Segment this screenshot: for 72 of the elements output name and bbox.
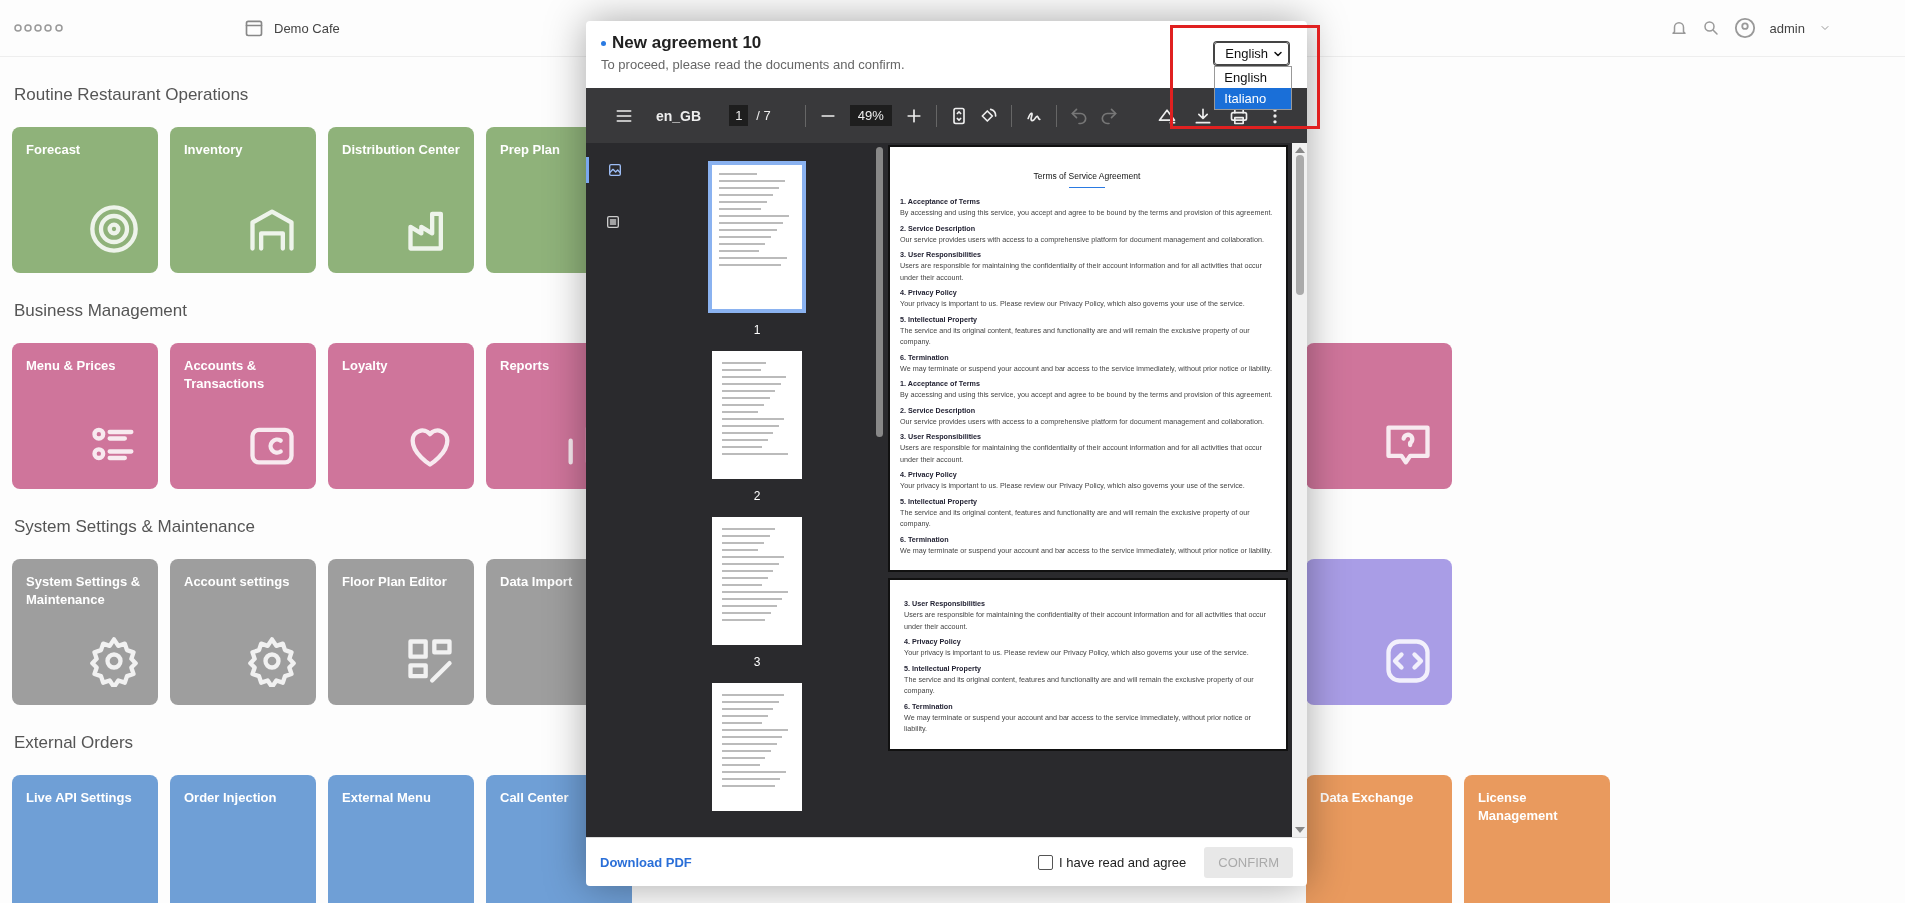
- app-tile[interactable]: [1306, 559, 1452, 705]
- tile-label: Live API Settings: [26, 789, 133, 807]
- avatar-icon[interactable]: [1733, 17, 1756, 39]
- app-tile[interactable]: Data Exchange: [1306, 775, 1452, 903]
- tile-label: Prep Plan: [500, 141, 561, 159]
- status-dot: [601, 40, 606, 46]
- app-tile[interactable]: Forecast: [12, 127, 158, 273]
- dialog-title: New agreement 10: [612, 33, 762, 53]
- tile-label: Menu & Prices: [26, 357, 117, 375]
- agree-label[interactable]: I have read and agree: [1059, 854, 1187, 870]
- target-icon: [88, 203, 140, 255]
- app-tile[interactable]: Menu & Prices: [12, 343, 158, 489]
- bell-icon[interactable]: [1669, 19, 1688, 37]
- page-count: / 7: [756, 108, 771, 123]
- location-name[interactable]: Demo Cafe: [274, 20, 340, 36]
- section-title: External Orders: [14, 733, 134, 753]
- app-tile[interactable]: External Menu: [328, 775, 474, 903]
- tile-label: Data Exchange: [1320, 789, 1415, 807]
- tile-label: Accounts & Transactions: [184, 357, 266, 393]
- user-name[interactable]: admin: [1769, 20, 1805, 36]
- language-option[interactable]: Italiano: [1215, 88, 1292, 109]
- app-tile[interactable]: Accounts & Transactions: [170, 343, 316, 489]
- app-tile[interactable]: Live API Settings: [12, 775, 158, 903]
- app-tile[interactable]: Loyalty: [328, 343, 474, 489]
- agree-checkbox[interactable]: [1038, 854, 1054, 870]
- page-number-field[interactable]: 1: [729, 105, 749, 126]
- page-thumbnail[interactable]: [712, 351, 802, 479]
- outline-icon: [605, 214, 621, 230]
- tile-label: Reports: [500, 357, 551, 375]
- tile-label: Loyalty: [342, 357, 389, 375]
- tile-label: Inventory: [184, 141, 244, 159]
- page-thumbnail[interactable]: [708, 161, 806, 313]
- page-thumbnail[interactable]: [712, 683, 802, 811]
- tile-label: Distribution Center: [342, 141, 460, 159]
- page-number: 3: [753, 655, 761, 669]
- tile-label: Order Injection: [184, 789, 278, 807]
- tile-label: Data Import: [500, 573, 574, 591]
- tile-label: License Management: [1478, 789, 1559, 825]
- language-option[interactable]: English: [1215, 67, 1292, 88]
- app-tile[interactable]: Distribution Center: [328, 127, 474, 273]
- section-title: Routine Restaurant Operations: [14, 85, 249, 105]
- page-number: 2: [753, 489, 761, 503]
- app-tile[interactable]: System Settings & Maintenance: [12, 559, 158, 705]
- title-underline: [1069, 187, 1105, 188]
- document-name: en_GB: [656, 107, 702, 124]
- tile-label: Call Center: [500, 789, 570, 807]
- logo-icon: [14, 24, 64, 32]
- app-tile[interactable]: Order Injection: [170, 775, 316, 903]
- store-icon: [244, 18, 264, 38]
- scrollbar[interactable]: [1292, 143, 1307, 837]
- gear-icon: [246, 635, 298, 687]
- app-tile[interactable]: Inventory: [170, 127, 316, 273]
- thumbnails-icon: [606, 162, 623, 178]
- page-number: 1: [753, 323, 761, 337]
- tile-label: System Settings & Maintenance: [26, 573, 142, 609]
- app-tile[interactable]: Account settings: [170, 559, 316, 705]
- section-title: Business Management: [14, 301, 187, 321]
- section-title: System Settings & Maintenance: [14, 517, 255, 537]
- language-select[interactable]: English: [1214, 42, 1289, 65]
- tile-label: Floor Plan Editor: [342, 573, 448, 591]
- app-tile[interactable]: Floor Plan Editor: [328, 559, 474, 705]
- tile-label: Forecast: [26, 141, 82, 159]
- gear-icon: [88, 635, 140, 687]
- document-title: Terms of Service Agreement: [1032, 171, 1142, 181]
- app-tile[interactable]: License Management: [1464, 775, 1610, 903]
- tile-label: External Menu: [342, 789, 432, 807]
- zoom-field[interactable]: 49%: [849, 105, 892, 126]
- search-icon[interactable]: [1701, 19, 1720, 37]
- dialog-subtitle: To proceed, please read the documents and confirm.: [601, 57, 905, 72]
- app-tile[interactable]: [1306, 343, 1452, 489]
- page-thumbnail[interactable]: [712, 517, 802, 645]
- tile-label: Account settings: [184, 573, 291, 591]
